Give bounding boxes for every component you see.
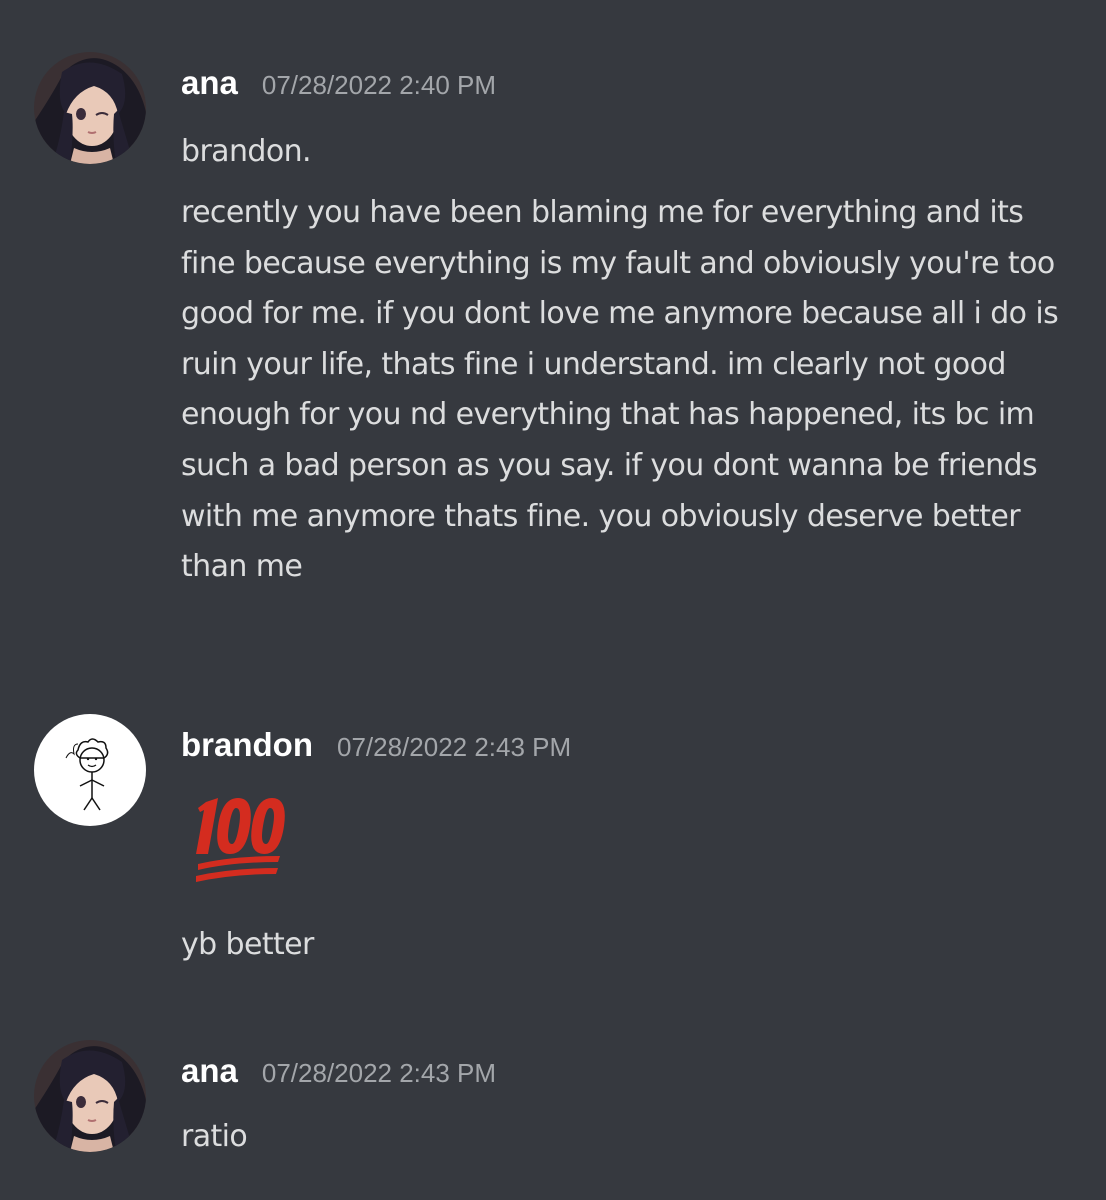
message-text: brandon. — [181, 134, 312, 169]
username[interactable]: brandon — [181, 726, 313, 764]
avatar[interactable] — [34, 1040, 146, 1152]
timestamp: 07/28/2022 2:40 PM — [261, 70, 497, 100]
message-text: ratio — [181, 1119, 248, 1154]
username[interactable]: ana — [181, 1052, 238, 1090]
timestamp: 07/28/2022 2:43 PM — [336, 732, 572, 762]
message-header: brandon 07/28/2022 2:43 PM — [181, 726, 571, 770]
username[interactable]: ana — [181, 64, 238, 102]
message-text: recently you have been blaming me for ev… — [181, 195, 1068, 585]
avatar[interactable] — [34, 52, 146, 164]
brandon-avatar-icon — [34, 714, 146, 826]
ana-avatar-icon — [34, 52, 146, 164]
ana-avatar-icon — [34, 1040, 146, 1152]
message-header: ana 07/28/2022 2:40 PM — [181, 64, 496, 108]
message-header: ana 07/28/2022 2:43 PM — [181, 1052, 496, 1096]
timestamp: 07/28/2022 2:43 PM — [261, 1058, 497, 1088]
message-text: yb better — [181, 927, 314, 962]
chat-messages: ana 07/28/2022 2:40 PM brandon. recently… — [0, 0, 1106, 1200]
avatar[interactable] — [34, 714, 146, 826]
hundred-points-icon — [196, 798, 285, 882]
